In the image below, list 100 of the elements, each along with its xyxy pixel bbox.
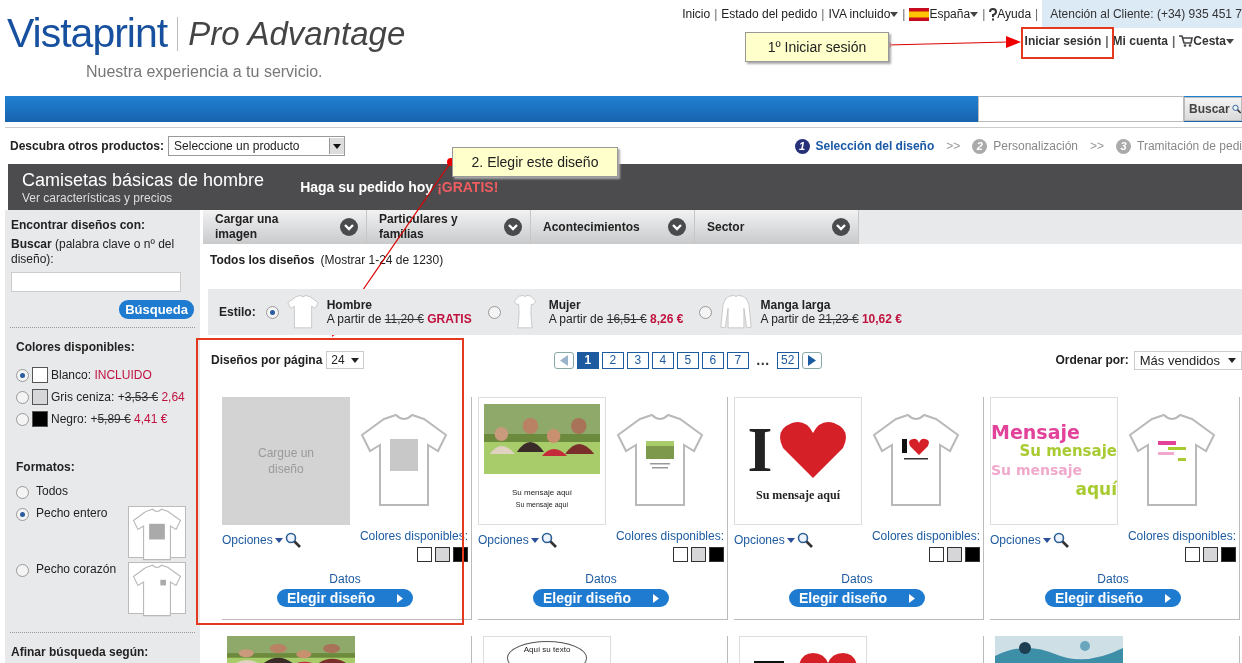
promo-text: Haga su pedido hoy xyxy=(300,179,434,195)
style-name: Manga larga xyxy=(760,298,832,312)
search-label: Buscar (palabra clave o nº del diseño): xyxy=(11,237,176,267)
account-link[interactable]: Iniciar sesión xyxy=(1024,34,1102,48)
choose-design-button[interactable]: Elegir diseño xyxy=(1045,589,1181,607)
radio-button[interactable] xyxy=(16,564,29,577)
color-swatch[interactable] xyxy=(1221,547,1236,562)
next-page-button[interactable] xyxy=(801,351,822,369)
step-number: 2 xyxy=(972,138,988,154)
chevron-down-icon xyxy=(504,218,522,236)
search-button[interactable]: Buscar xyxy=(1184,97,1242,121)
nav-link[interactable]: Estado del pedido xyxy=(721,7,818,21)
color-swatch[interactable] xyxy=(709,547,724,562)
design-preview[interactable]: Mensaje Su mensaje Su mensaje aquí xyxy=(990,397,1118,525)
play-arrow-icon xyxy=(1164,593,1171,603)
page-button[interactable]: 7 xyxy=(726,351,749,369)
flag-icon xyxy=(909,7,930,21)
sort-label: Ordenar por: xyxy=(1055,353,1129,367)
link-separator: | xyxy=(714,7,718,21)
nav-link[interactable]: España xyxy=(929,7,971,21)
options-link[interactable]: Opciones xyxy=(478,533,529,547)
product-name: Pro Advantage xyxy=(188,14,406,53)
choose-design-button[interactable]: Elegir diseño xyxy=(277,589,413,607)
options-link[interactable]: Opciones xyxy=(990,533,1041,547)
nav-link[interactable]: Ayuda xyxy=(997,7,1032,21)
page-button[interactable]: 4 xyxy=(651,351,674,369)
step-separator: >> xyxy=(946,139,961,153)
options-link[interactable]: Opciones xyxy=(734,533,785,547)
nav-link[interactable]: IVA incluido xyxy=(828,7,891,21)
features-link[interactable]: Ver características y precios xyxy=(22,190,265,205)
colors-label: Colores disponibles: xyxy=(615,529,724,543)
annotation-callout: 1º Iniciar sesión xyxy=(745,32,889,62)
radio-button[interactable] xyxy=(487,305,501,319)
preview-text: Su mensaje aquí xyxy=(756,487,840,503)
color-option: Blanco: INCLUIDO xyxy=(51,368,152,382)
color-swatch[interactable] xyxy=(1203,547,1218,562)
design-preview[interactable]: Aquí su texto xyxy=(483,636,611,663)
step-label: Personalización xyxy=(993,139,1079,153)
choose-design-button[interactable]: Elegir diseño xyxy=(533,589,669,607)
search-icon xyxy=(284,532,301,548)
details-link[interactable]: Datos xyxy=(478,572,724,586)
color-swatch[interactable] xyxy=(965,547,980,562)
keyword-field[interactable] xyxy=(11,272,181,292)
design-preview[interactable]: I Su mensaje aquí xyxy=(734,397,862,525)
radio-button[interactable] xyxy=(16,390,29,404)
nav-link[interactable]: Inicio xyxy=(682,7,711,21)
chevron-down-icon xyxy=(832,218,850,236)
radio-button[interactable] xyxy=(16,368,29,382)
product-select[interactable]: Seleccione un producto xyxy=(168,136,346,156)
logo[interactable]: Vistaprint xyxy=(7,10,168,57)
page-button[interactable]: 1 xyxy=(576,351,599,369)
caret-icon xyxy=(890,11,899,17)
link-separator: | xyxy=(1035,7,1039,21)
radio-button[interactable] xyxy=(16,412,29,426)
page-title: Camisetas básicas de hombre xyxy=(22,169,265,191)
sidebar-heading: Encontrar diseños con: xyxy=(10,218,147,232)
search-icon xyxy=(540,532,557,548)
category-tab[interactable]: Cargar una imagen xyxy=(203,210,367,244)
format-option: Todos xyxy=(36,484,69,498)
account-link[interactable]: Cesta xyxy=(1193,34,1226,48)
color-swatch[interactable] xyxy=(1185,547,1200,562)
category-tab[interactable]: Sector xyxy=(695,210,859,244)
category-tab[interactable]: Acontecimientos xyxy=(531,210,695,244)
details-link[interactable]: Datos xyxy=(222,572,468,586)
radio-button[interactable] xyxy=(265,305,279,319)
choose-design-button[interactable]: Elegir diseño xyxy=(789,589,925,607)
customer-service-phone: Atención al Cliente: (+34) 935 451 7 xyxy=(1042,0,1242,28)
colors-label: Colores disponibles: xyxy=(871,529,980,543)
caret-icon xyxy=(1042,537,1051,543)
caret-icon xyxy=(1228,357,1236,363)
color-swatch[interactable] xyxy=(947,547,962,562)
color-swatch[interactable] xyxy=(417,547,432,562)
color-swatch[interactable] xyxy=(435,547,450,562)
style-name: Hombre xyxy=(326,298,373,312)
color-swatch[interactable] xyxy=(673,547,688,562)
sort-select[interactable]: Más vendidos xyxy=(1133,350,1242,370)
color-swatch[interactable] xyxy=(691,547,706,562)
search-field[interactable] xyxy=(978,96,1184,122)
search-button[interactable]: Búsqueda xyxy=(119,300,194,319)
details-link[interactable]: Datos xyxy=(990,572,1236,586)
style-label: Estilo: xyxy=(219,305,256,319)
color-swatch[interactable] xyxy=(929,547,944,562)
heart-icon xyxy=(778,419,849,480)
page-button[interactable]: 52 xyxy=(776,351,799,369)
per-page-select[interactable]: 24 xyxy=(326,351,364,369)
page-button[interactable]: 2 xyxy=(601,351,624,369)
page-button[interactable]: 6 xyxy=(701,351,724,369)
tagline: Nuestra experiencia a tu servicio. xyxy=(86,63,324,81)
details-link[interactable]: Datos xyxy=(734,572,980,586)
search-icon xyxy=(796,532,813,548)
options-link[interactable]: Opciones xyxy=(222,533,273,547)
page-button[interactable]: 3 xyxy=(626,351,649,369)
step-separator: >> xyxy=(1090,139,1105,153)
radio-button[interactable] xyxy=(16,486,29,499)
page-button[interactable]: 5 xyxy=(676,351,699,369)
ellipsis: … xyxy=(755,352,770,368)
radio-button[interactable] xyxy=(16,508,29,521)
caret-icon xyxy=(530,537,539,543)
radio-button[interactable] xyxy=(699,305,713,319)
caret-icon xyxy=(350,357,359,363)
